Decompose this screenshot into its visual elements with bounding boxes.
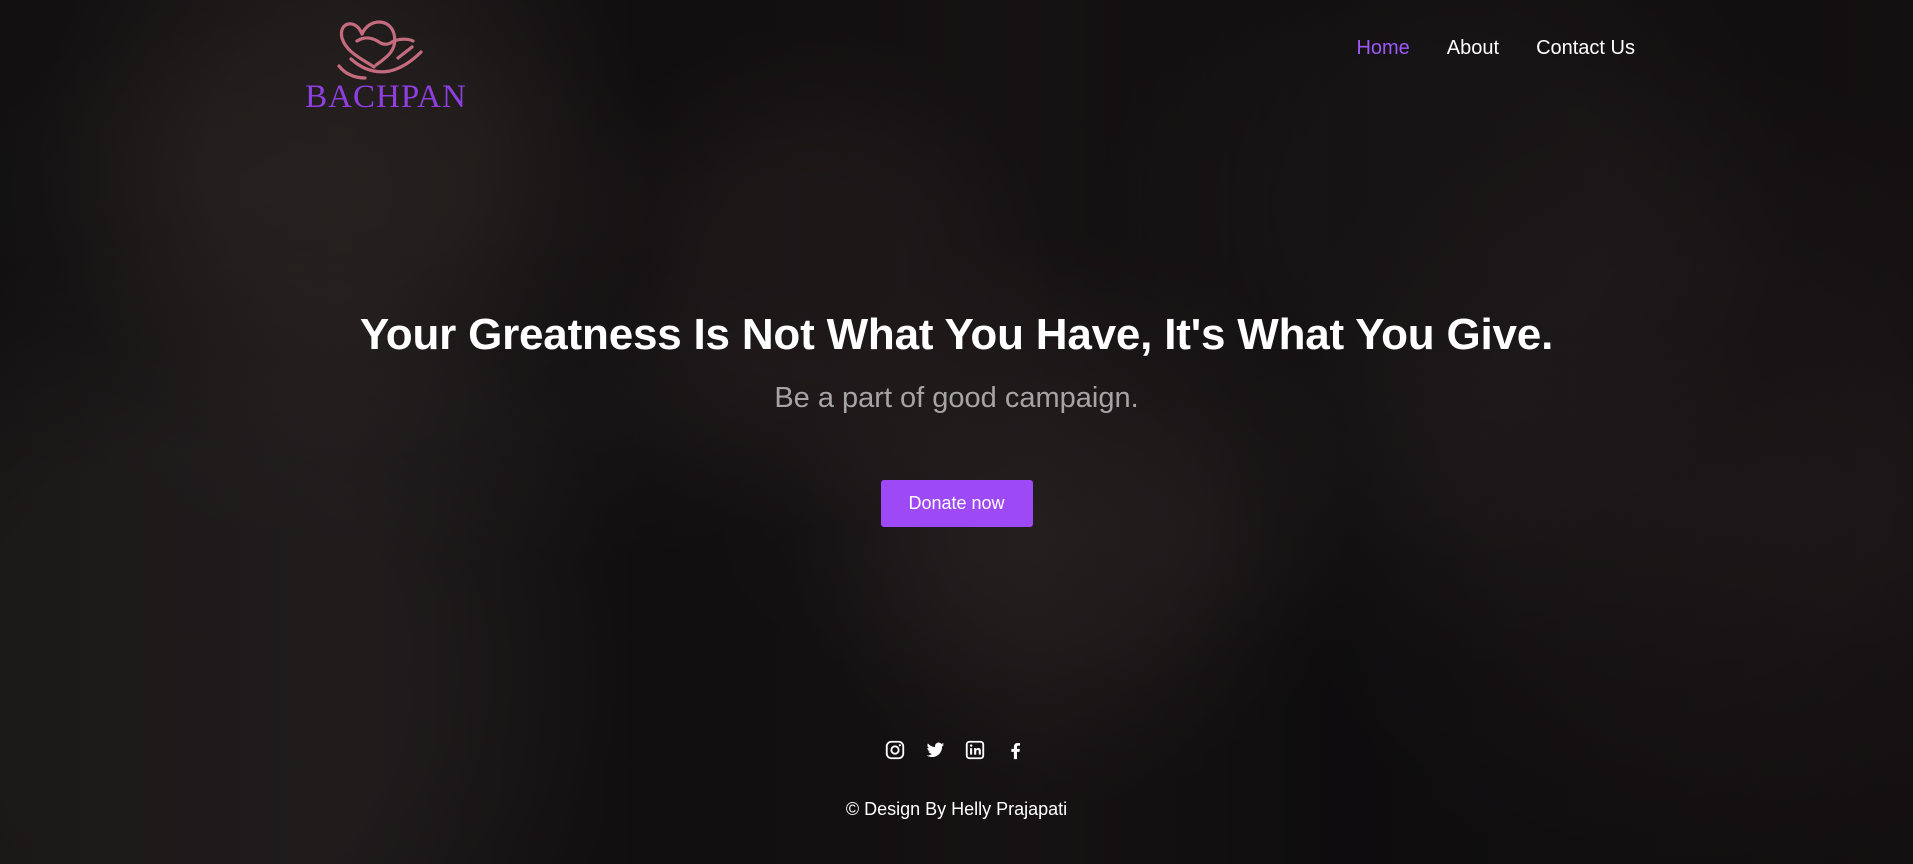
- facebook-icon: [1011, 742, 1021, 760]
- instagram-link[interactable]: [884, 739, 906, 761]
- donate-button[interactable]: Donate now: [880, 480, 1033, 527]
- main-navigation: Home About Contact Us: [1356, 36, 1635, 60]
- brand-name: BACHPAN: [305, 79, 467, 115]
- linkedin-link[interactable]: [964, 739, 986, 761]
- twitter-link[interactable]: [924, 739, 946, 761]
- bachpan-logo[interactable]: BACHPAN: [296, 10, 476, 122]
- nav-about[interactable]: About: [1447, 36, 1499, 60]
- twitter-icon: [926, 742, 945, 758]
- hero-content: Your Greatness Is Not What You Have, It'…: [0, 307, 1913, 527]
- design-credit: © Design By Helly Prajapati: [845, 799, 1068, 819]
- hero-subtitle: Be a part of good campaign.: [774, 382, 1139, 414]
- social-links: [884, 739, 1026, 761]
- nav-home[interactable]: Home: [1356, 36, 1409, 60]
- instagram-icon: [885, 740, 905, 760]
- heart-hand-icon: [337, 20, 423, 80]
- hero-section: BACHPAN Home About Contact Us Your Great…: [0, 0, 1913, 864]
- linkedin-icon: [965, 740, 985, 760]
- facebook-link[interactable]: [1004, 739, 1026, 761]
- nav-contact-us[interactable]: Contact Us: [1536, 36, 1635, 60]
- hero-headline: Your Greatness Is Not What You Have, It'…: [359, 310, 1554, 359]
